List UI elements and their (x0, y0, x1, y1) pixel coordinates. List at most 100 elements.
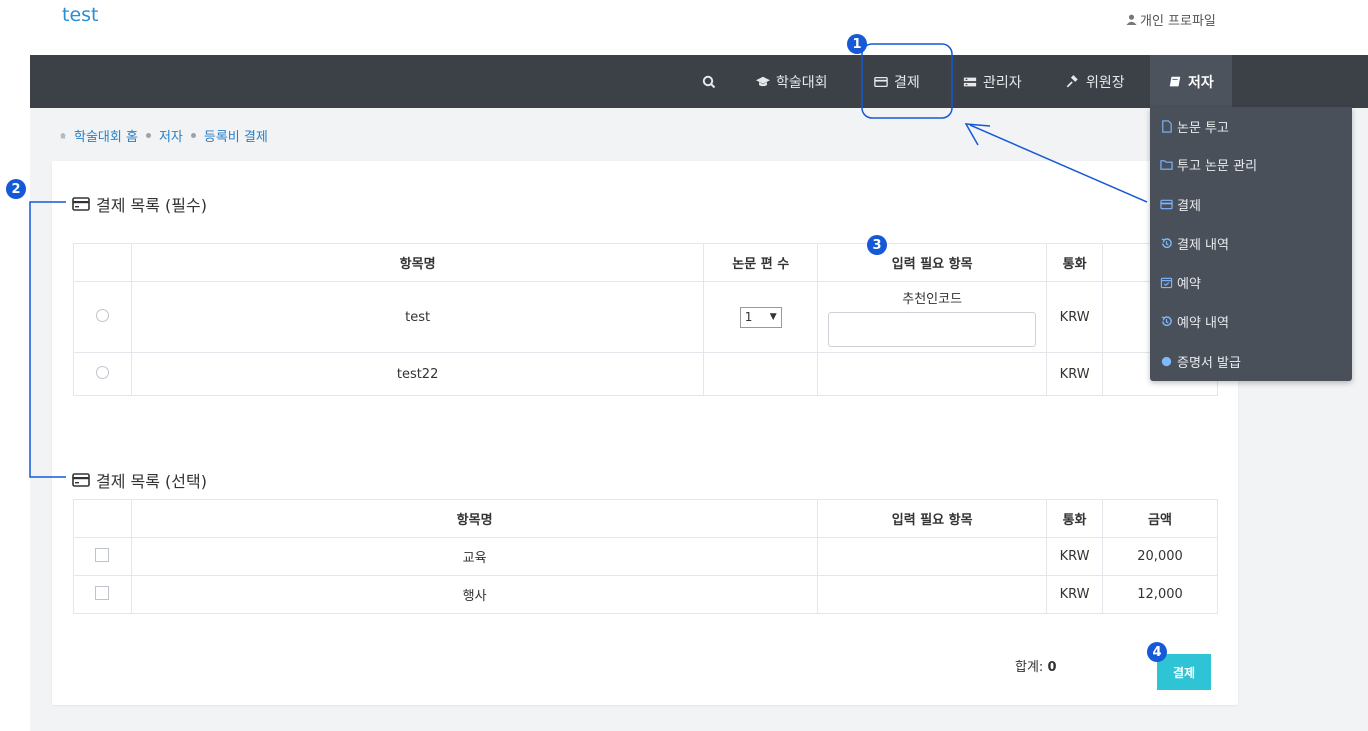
item-radio[interactable] (95, 308, 109, 322)
annotation-badge-2: 2 (6, 179, 26, 199)
annotation-badge-4: 4 (1147, 642, 1167, 662)
table-row: 교육 KRW 20,000 (73, 537, 1218, 576)
table-row: 행사 KRW 12,000 (73, 575, 1218, 614)
author-dropdown-menu: 논문 투고 투고 논문 관리 결제 결제 내역 예약 예약 내역 증명서 발급 (1150, 107, 1352, 381)
breadcrumb-separator-icon (190, 133, 196, 138)
dropdown-label: 결제 (1177, 198, 1201, 214)
nav-item-conference[interactable]: 학술대회 (756, 55, 828, 108)
total-value: 0 (1047, 660, 1057, 675)
item-currency: KRW (1046, 281, 1104, 353)
dropdown-label: 예약 (1177, 276, 1201, 292)
nav-label-chair: 위원장 (1086, 74, 1125, 91)
dropdown-item-manage-papers[interactable]: 투고 논문 관리 (1160, 154, 1257, 174)
item-name: 행사 (130, 575, 819, 614)
item-input (817, 575, 1048, 614)
circle-icon (1161, 356, 1172, 366)
search-icon (702, 75, 716, 88)
dropdown-item-payment-history[interactable]: 결제 내역 (1160, 233, 1229, 253)
dropdown-item-payment[interactable]: 결제 (1160, 194, 1201, 214)
nav-label-payment: 결제 (894, 74, 920, 91)
header-select (73, 499, 132, 538)
required-items-table: 항목명 논문 편 수 입력 필요 항목 통화 금 test 1 ▼ 추천인코드 … (73, 243, 1218, 396)
dropdown-label: 예약 내역 (1177, 315, 1229, 331)
nav-label-admin: 관리자 (983, 74, 1022, 91)
item-name: test22 (130, 352, 705, 396)
dropdown-label: 논문 투고 (1177, 120, 1229, 136)
item-checkbox[interactable] (95, 547, 110, 562)
breadcrumb-current[interactable]: 등록비 결제 (204, 126, 268, 145)
total-label: 합계: (1015, 660, 1044, 675)
nav-item-author[interactable]: 저자 (1150, 55, 1232, 108)
header-amount: 금액 (1102, 499, 1218, 538)
pay-button[interactable]: 결제 (1157, 654, 1211, 690)
item-name: 교육 (130, 537, 819, 576)
table-header-row: 항목명 입력 필요 항목 통화 금액 (73, 499, 1218, 538)
top-navbar: 학술대회 결제 관리자 위원장 저자 (30, 55, 1368, 108)
paper-count-select[interactable]: 1 ▼ (739, 306, 782, 328)
home-icon (60, 132, 66, 139)
input-label: 추천인코드 (902, 291, 963, 307)
nav-item-chair[interactable]: 위원장 (1066, 55, 1125, 108)
calendar-check-icon (1160, 277, 1173, 288)
item-amount: 12,000 (1102, 575, 1218, 614)
header-required-input: 입력 필요 항목 (817, 243, 1048, 282)
item-radio[interactable] (95, 365, 109, 379)
item-input (817, 352, 1048, 396)
dropdown-item-reservation[interactable]: 예약 (1160, 272, 1201, 292)
chevron-down-icon: ▼ (769, 312, 777, 322)
header-select (73, 243, 132, 282)
brand-logo-text[interactable]: test (62, 4, 99, 26)
nav-label-author: 저자 (1188, 74, 1214, 91)
nav-item-admin[interactable]: 관리자 (963, 55, 1022, 108)
dropdown-label: 결제 내역 (1177, 237, 1229, 253)
header-currency: 통화 (1046, 499, 1104, 538)
annotation-badge-1: 1 (847, 34, 867, 54)
header-currency: 통화 (1046, 243, 1104, 282)
dropdown-item-reservation-history[interactable]: 예약 내역 (1160, 311, 1229, 331)
item-input (817, 537, 1048, 576)
dropdown-item-certificate[interactable]: 증명서 발급 (1160, 351, 1241, 371)
nav-label-conference: 학술대회 (776, 74, 828, 91)
paper-count-value: 1 (744, 310, 753, 324)
item-currency: KRW (1046, 575, 1104, 614)
document-icon (1162, 119, 1172, 133)
card-icon (1160, 199, 1173, 209)
card-icon (72, 197, 90, 211)
optional-items-table: 항목명 입력 필요 항목 통화 금액 교육 KRW 20,000 행사 KRW … (73, 499, 1218, 614)
history-icon (1161, 237, 1172, 248)
server-icon (963, 77, 977, 86)
gavel-icon (1066, 74, 1078, 87)
profile-link[interactable]: 개인 프로파일 (1126, 10, 1216, 29)
optional-section-title: 결제 목록 (선택) (72, 468, 207, 492)
profile-label: 개인 프로파일 (1140, 14, 1216, 29)
table-row: test 1 ▼ 추천인코드 KRW 1( (73, 281, 1218, 353)
item-checkbox[interactable] (95, 585, 110, 600)
annotation-badge-3: 3 (867, 235, 887, 255)
folder-icon (1160, 159, 1173, 170)
item-amount: 20,000 (1102, 537, 1218, 576)
referral-code-input[interactable] (828, 311, 1037, 347)
header-item-name: 항목명 (130, 243, 705, 282)
card-icon (72, 473, 90, 487)
user-icon (1126, 14, 1137, 25)
required-section-label: 결제 목록 (필수) (96, 196, 207, 215)
table-row: test22 KRW 1( (73, 352, 1218, 396)
item-currency: KRW (1046, 352, 1104, 396)
item-currency: KRW (1046, 537, 1104, 576)
card-icon (874, 76, 888, 87)
required-section-title: 결제 목록 (필수) (72, 192, 207, 216)
book-icon (1169, 76, 1181, 86)
optional-section-label: 결제 목록 (선택) (96, 472, 207, 491)
graduation-cap-icon (756, 76, 770, 86)
breadcrumb: 학술대회 홈 저자 등록비 결제 (60, 126, 268, 145)
breadcrumb-home[interactable]: 학술대회 홈 (74, 126, 138, 145)
header-paper-count: 논문 편 수 (703, 243, 819, 282)
nav-item-payment[interactable]: 결제 (874, 55, 920, 108)
nav-search-button[interactable] (702, 55, 716, 108)
breadcrumb-author[interactable]: 저자 (159, 126, 183, 145)
dropdown-item-submit-paper[interactable]: 논문 투고 (1160, 116, 1229, 136)
item-name: test (130, 281, 705, 353)
item-count (703, 352, 819, 396)
history-icon (1161, 315, 1172, 326)
dropdown-label: 투고 논문 관리 (1177, 158, 1258, 174)
